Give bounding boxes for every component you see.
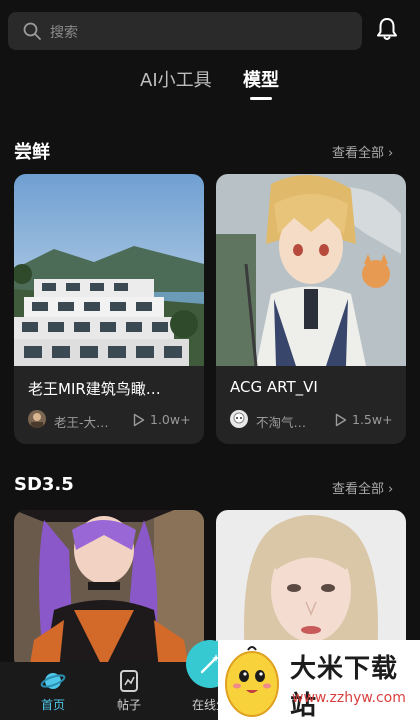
tab-model[interactable]: 模型 xyxy=(243,66,279,92)
model-meta: 不淘气… 1.5w+ xyxy=(230,410,400,430)
model-thumbnail xyxy=(14,174,204,366)
posts-icon xyxy=(120,670,138,692)
tab-ai-tools[interactable]: AI小工具 xyxy=(140,66,212,92)
chevron-right-icon: › xyxy=(388,146,394,161)
planet-icon xyxy=(40,673,66,689)
search-icon xyxy=(23,22,41,40)
top-bar: 搜索 xyxy=(0,0,420,56)
author-name: 老王-大… xyxy=(54,415,109,430)
bell-icon[interactable] xyxy=(374,16,400,42)
model-title: ACG ART_VI xyxy=(230,378,318,396)
section-header-sd35: SD3.5 查看全部 › xyxy=(0,472,420,502)
model-card[interactable]: ACG ART_VI 不淘气… 1.5w+ xyxy=(216,174,406,444)
usage-count: 1.0w+ xyxy=(150,412,191,427)
search-bar[interactable]: 搜索 xyxy=(8,12,362,50)
author-avatar xyxy=(230,410,248,428)
model-card[interactable]: 老王MIR建筑鸟瞰… 老王-大… 1.0w+ xyxy=(14,174,204,444)
section-title: 尝鲜 xyxy=(14,142,50,163)
section-header-trial: 尝鲜 查看全部 › xyxy=(0,136,420,166)
author-avatar xyxy=(28,410,46,428)
watermark-title: 大米下载站 xyxy=(290,654,399,720)
model-thumbnail xyxy=(216,174,406,366)
model-thumbnail xyxy=(14,510,204,670)
model-card[interactable] xyxy=(14,510,204,670)
usage-count: 1.5w+ xyxy=(352,412,393,427)
view-all-label: 查看全部 xyxy=(332,482,385,497)
view-all-label: 查看全部 xyxy=(332,146,385,161)
active-tab-indicator xyxy=(250,97,272,100)
play-icon xyxy=(133,413,145,427)
watermark-banner: 大米下载站 www.zzhyw.com xyxy=(218,640,420,720)
nav-label: 首页 xyxy=(40,698,65,712)
watermark-url: www.zzhyw.com xyxy=(292,690,406,706)
model-meta: 老王-大… 1.0w+ xyxy=(28,410,198,430)
author-name: 不淘气… xyxy=(256,415,307,430)
nav-item-posts[interactable]: 帖子 xyxy=(94,662,164,720)
section-title: SD3.5 xyxy=(14,474,74,495)
nav-item-home[interactable]: 首页 xyxy=(18,662,88,720)
egg-mascot-logo xyxy=(225,646,279,717)
play-icon xyxy=(335,413,347,427)
tab-bar: AI小工具 模型 xyxy=(0,62,420,102)
view-all-link[interactable]: 查看全部 › xyxy=(332,142,393,161)
chevron-right-icon: › xyxy=(388,482,394,497)
model-title: 老王MIR建筑鸟瞰… xyxy=(28,380,161,398)
view-all-link[interactable]: 查看全部 › xyxy=(332,478,393,497)
search-placeholder: 搜索 xyxy=(50,25,78,41)
nav-label: 帖子 xyxy=(116,698,141,712)
